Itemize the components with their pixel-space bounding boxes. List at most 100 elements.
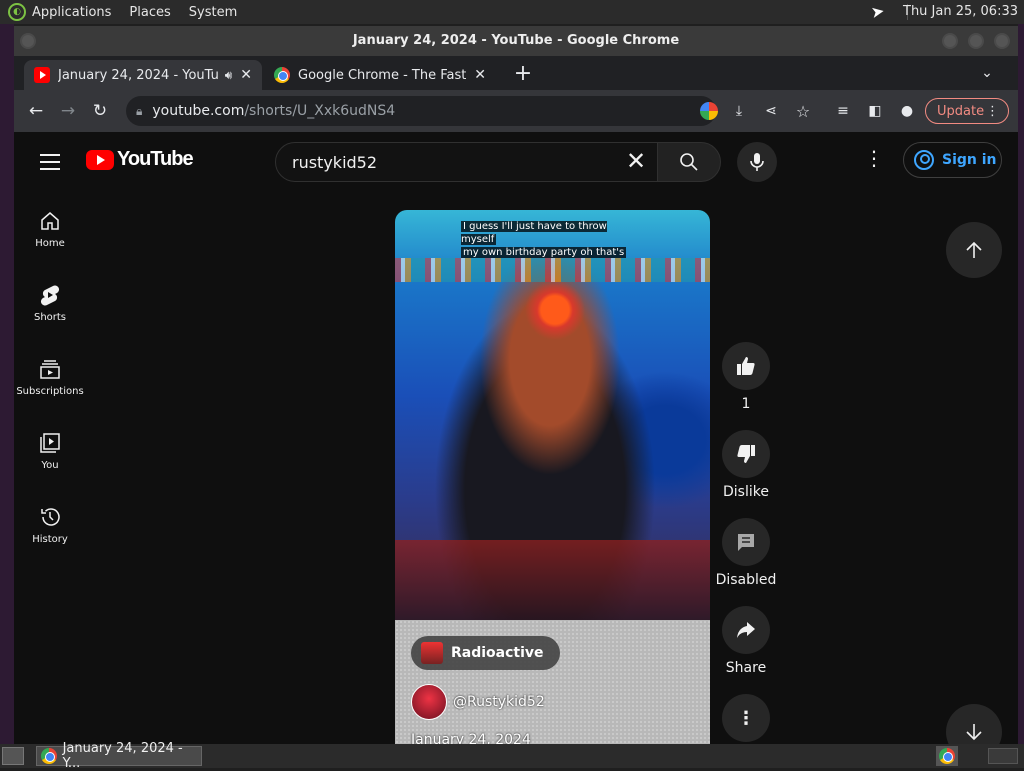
bookmark-star-icon[interactable]: ☆	[791, 99, 815, 123]
home-icon	[41, 212, 59, 230]
more-vert-icon: ⋮	[737, 707, 755, 729]
url-path: /shorts/U_Xxk6udNS4	[244, 103, 396, 119]
like-action[interactable]: 1	[722, 342, 770, 412]
places-menu[interactable]: Places	[129, 5, 170, 20]
close-window-button[interactable]	[994, 33, 1010, 49]
guide-label: History	[32, 534, 68, 545]
bottom-taskbar: January 24, 2024 - Y...	[0, 741, 1024, 771]
system-menu[interactable]: System	[189, 5, 237, 20]
share-label: Share	[725, 660, 767, 676]
thumbs-up-icon	[737, 357, 755, 375]
back-icon[interactable]: ←	[24, 99, 48, 123]
guide-item-history[interactable]: History	[14, 494, 86, 568]
new-tab-icon[interactable]: +	[511, 61, 535, 86]
workspace-switcher[interactable]	[988, 748, 1018, 764]
more-actions-button[interactable]: ⋮	[722, 694, 770, 742]
media-controls-icon[interactable]: ≡	[831, 99, 855, 123]
account-icon	[914, 150, 934, 170]
dislike-button[interactable]	[722, 430, 770, 478]
comment-icon	[738, 534, 754, 551]
youtube-logo-text: YouTube	[117, 148, 194, 170]
sound-chip[interactable]: Radioactive	[411, 636, 560, 670]
side-panel-icon[interactable]: ◧	[863, 99, 887, 123]
desktop-background	[0, 24, 14, 744]
address-bar[interactable]: 🔒︎ youtube.com/shorts/U_Xxk6udNS4	[126, 96, 718, 126]
share-button[interactable]	[722, 606, 770, 654]
chrome-icon	[41, 748, 57, 764]
taskbar-window-button[interactable]: January 24, 2024 - Y...	[36, 741, 202, 771]
channel-row[interactable]: @Rustykid52	[411, 684, 545, 720]
window-titlebar[interactable]: January 24, 2024 - YouTube - Google Chro…	[14, 26, 1018, 56]
search-button[interactable]	[657, 142, 721, 182]
distro-logo-icon[interactable]: ◐	[8, 3, 26, 21]
youtube-page: YouTube rustykid52 ✕ ⋮ Sign in Home Shor…	[14, 132, 1018, 744]
chrome-menu-icon[interactable]: ⋮	[986, 104, 999, 119]
applications-menu[interactable]: Applications	[32, 5, 111, 20]
video-caption: I guess I'll just have to throw myself m…	[461, 220, 633, 259]
thumbs-down-icon	[737, 445, 755, 463]
search-query: rustykid52	[292, 152, 378, 172]
dislike-action[interactable]: Dislike	[722, 430, 770, 500]
clear-search-icon[interactable]: ✕	[626, 147, 646, 175]
profile-icon[interactable]: ●	[895, 99, 919, 123]
close-tab-icon[interactable]: ✕	[240, 67, 252, 83]
short-info-panel: Radioactive @Rustykid52 January 24, 2024	[395, 620, 710, 744]
minimize-button[interactable]	[942, 33, 958, 49]
like-button[interactable]	[722, 342, 770, 390]
guide-item-you[interactable]: You	[14, 420, 86, 494]
arrow-down-icon	[966, 724, 982, 741]
panel-clock[interactable]: Thu Jan 25, 06:33	[903, 4, 1018, 19]
reload-icon[interactable]: ↻	[88, 99, 112, 123]
youtube-play-icon	[86, 149, 114, 170]
youtube-favicon-icon	[34, 67, 50, 83]
show-desktop-icon[interactable]	[2, 747, 24, 765]
previous-short-button[interactable]	[946, 222, 1002, 278]
url-host: youtube.com	[152, 103, 245, 119]
settings-more-icon[interactable]: ⋮	[864, 146, 884, 170]
chrome-favicon-icon	[274, 67, 290, 83]
short-title[interactable]: January 24, 2024	[411, 732, 531, 744]
tab-youtube[interactable]: January 24, 2024 - YouTube 🔊︎ ✕	[24, 60, 262, 90]
guide-menu-icon[interactable]	[40, 154, 60, 175]
speaker-icon[interactable]: 🔊︎	[225, 68, 233, 83]
tab-chrome[interactable]: Google Chrome - The Fast & Secure ✕	[264, 60, 496, 90]
more-actions[interactable]: ⋮	[722, 694, 770, 744]
short-player[interactable]: I guess I'll just have to throw myself m…	[395, 210, 710, 744]
browser-toolbar: ← → ↻ 🔒︎ youtube.com/shorts/U_Xxk6udNS4 …	[14, 90, 1018, 132]
tab-search-chevron-icon[interactable]: ⌄	[975, 61, 999, 85]
tab-strip: January 24, 2024 - YouTube 🔊︎ ✕ Google C…	[14, 56, 1018, 90]
birthday-banner	[395, 258, 710, 282]
google-lens-icon[interactable]	[700, 102, 718, 120]
caption-line-2: my own birthday party oh that's	[461, 247, 627, 258]
lock-icon[interactable]: 🔒︎	[136, 104, 142, 119]
voice-search-button[interactable]	[737, 142, 777, 182]
maximize-button[interactable]	[968, 33, 984, 49]
guide-label: You	[41, 460, 59, 471]
install-app-icon[interactable]: ⤓	[727, 99, 751, 123]
window-menu-button[interactable]	[20, 33, 36, 49]
guide-item-shorts[interactable]: Shorts	[14, 272, 86, 346]
forward-icon[interactable]: →	[56, 99, 80, 123]
next-short-button[interactable]	[946, 704, 1002, 744]
guide-label: Shorts	[33, 312, 67, 323]
comments-action[interactable]: Disabled	[716, 518, 776, 588]
browser-window: January 24, 2024 - YouTube - Google Chro…	[14, 26, 1018, 744]
sign-in-button[interactable]: Sign in	[903, 142, 1002, 178]
mini-guide: Home Shorts Subscriptions You History	[14, 198, 86, 568]
share-action[interactable]: Share	[722, 606, 770, 676]
update-label: Update	[937, 103, 985, 119]
close-tab-icon[interactable]: ✕	[474, 67, 486, 83]
tray-chrome-icon[interactable]	[936, 746, 958, 766]
tab-title: January 24, 2024 - YouTube	[58, 67, 219, 83]
search-input[interactable]: rustykid52	[275, 142, 658, 182]
channel-name[interactable]: @Rustykid52	[453, 694, 545, 710]
youtube-logo[interactable]: YouTube	[86, 148, 194, 171]
update-button[interactable]: Update ⋮	[925, 98, 1009, 124]
comments-button[interactable]	[722, 518, 770, 566]
short-video-frame[interactable]: I guess I'll just have to throw myself m…	[395, 210, 710, 622]
guide-item-subscriptions[interactable]: Subscriptions	[14, 346, 86, 420]
channel-avatar[interactable]	[411, 684, 447, 720]
guide-item-home[interactable]: Home	[14, 198, 86, 272]
sign-in-label: Sign in	[942, 152, 997, 168]
share-icon[interactable]: ⋖	[759, 99, 783, 123]
